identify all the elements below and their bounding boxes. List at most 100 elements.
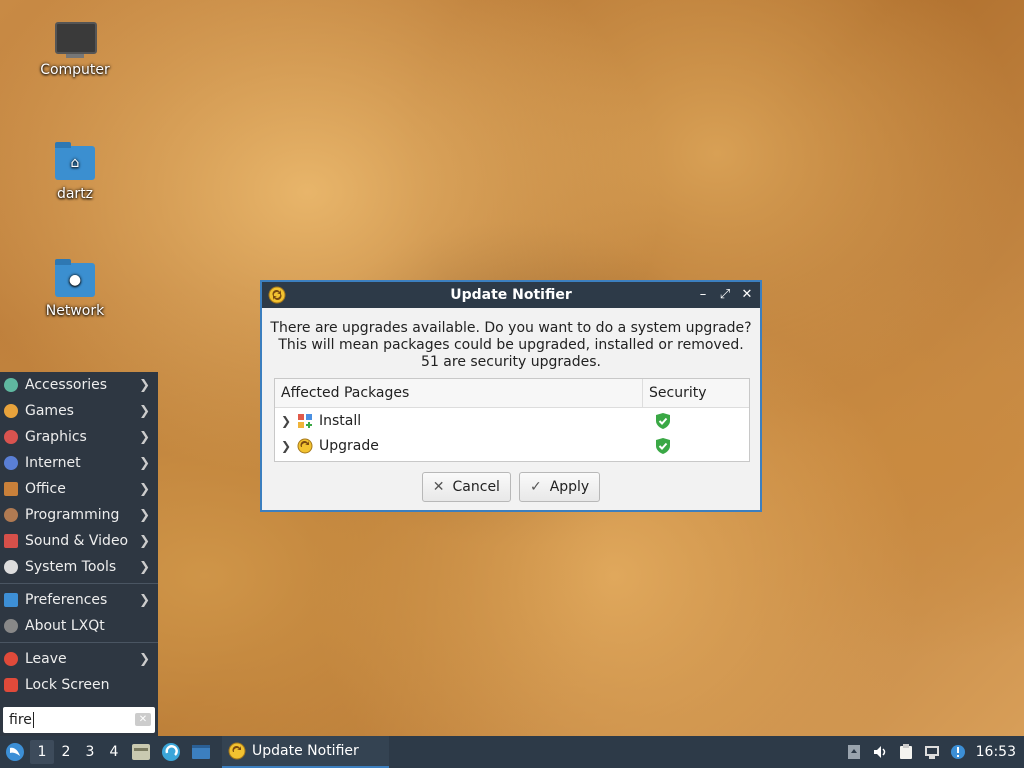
desktop-switch-1[interactable]: 1 — [30, 740, 54, 764]
chevron-right-icon: ❯ — [139, 377, 150, 393]
clock[interactable]: 16:53 — [976, 744, 1016, 760]
menu-item-internet[interactable]: Internet ❯ — [0, 450, 158, 476]
menu-item-label: Office — [25, 481, 66, 497]
update-alert-icon[interactable] — [950, 744, 966, 760]
message-line-2: This will mean packages could be upgrade… — [278, 337, 744, 353]
taskbar: 1 2 3 4 Update Notifier 16:53 — [0, 736, 1024, 768]
message-line-1: There are upgrades available. Do you wan… — [270, 320, 752, 336]
file-manager-icon[interactable] — [130, 741, 152, 763]
menu-item-label: Internet — [25, 455, 81, 471]
menu-item-games[interactable]: Games ❯ — [0, 398, 158, 424]
menu-search-input[interactable]: fire ✕ — [3, 707, 155, 733]
clipboard-icon[interactable] — [898, 744, 914, 760]
menu-item-label: Graphics — [25, 429, 87, 445]
lxqt-logo-icon — [6, 743, 24, 761]
info-icon — [4, 619, 18, 633]
menu-separator — [0, 642, 158, 643]
menu-item-label: Leave — [25, 651, 67, 667]
programming-icon — [4, 508, 18, 522]
search-value: fire — [9, 712, 32, 728]
menu-item-label: Sound & Video — [25, 533, 129, 549]
chevron-right-icon: ❯ — [139, 533, 150, 549]
apply-label: Apply — [549, 479, 590, 495]
checkmark-icon: ✓ — [529, 479, 542, 495]
install-icon — [298, 413, 312, 428]
sound-video-icon — [4, 534, 18, 548]
shield-check-icon — [656, 412, 670, 429]
menu-item-system-tools[interactable]: System Tools ❯ — [0, 554, 158, 580]
home-folder-icon: ⌂ — [55, 142, 95, 182]
storage-icon[interactable] — [846, 744, 862, 760]
dialog-message: There are upgrades available. Do you wan… — [262, 320, 760, 371]
tree-header: Affected Packages Security — [275, 379, 749, 408]
upgrade-icon — [297, 438, 313, 453]
menu-item-graphics[interactable]: Graphics ❯ — [0, 424, 158, 450]
dialog-titlebar[interactable]: Update Notifier – ⤢ ✕ — [262, 282, 760, 308]
accessories-icon — [4, 378, 18, 392]
desktop-switch-4[interactable]: 4 — [102, 740, 126, 764]
chevron-right-icon: ❯ — [139, 507, 150, 523]
start-menu-button[interactable] — [0, 736, 30, 768]
desktop-icon-network[interactable]: ● Network — [25, 259, 125, 319]
expand-chevron-icon[interactable]: ❯ — [281, 414, 293, 428]
maximize-icon[interactable]: ⤢ — [716, 286, 734, 304]
tree-row-install[interactable]: ❯ Install — [275, 408, 749, 433]
network-icon[interactable] — [924, 744, 940, 760]
row-label: Install — [319, 412, 362, 429]
desktop-icon-label: Network — [45, 303, 105, 319]
message-line-3: 51 are security upgrades. — [421, 354, 601, 370]
menu-item-lock-screen[interactable]: Lock Screen — [0, 672, 158, 698]
menu-item-label: About LXQt — [25, 618, 105, 634]
menu-item-leave[interactable]: Leave ❯ — [0, 646, 158, 672]
update-notifier-dialog: Update Notifier – ⤢ ✕ There are upgrades… — [260, 280, 762, 512]
chevron-right-icon: ❯ — [139, 592, 150, 608]
taskbar-task-update-notifier[interactable]: Update Notifier — [222, 736, 389, 768]
menu-item-preferences[interactable]: Preferences ❯ — [0, 587, 158, 613]
expand-chevron-icon[interactable]: ❯ — [281, 439, 293, 453]
games-icon — [4, 404, 18, 418]
desktop-icon-computer[interactable]: Computer — [25, 22, 125, 78]
menu-item-label: System Tools — [25, 559, 117, 575]
menu-item-label: Lock Screen — [25, 677, 110, 693]
menu-separator — [0, 583, 158, 584]
web-browser-icon[interactable] — [160, 741, 182, 763]
lock-icon — [4, 678, 18, 692]
column-header-security[interactable]: Security — [643, 379, 707, 407]
system-tools-icon — [4, 560, 18, 574]
chevron-right-icon: ❯ — [139, 651, 150, 667]
graphics-icon — [4, 430, 18, 444]
cancel-button[interactable]: ✕ Cancel — [421, 472, 511, 502]
minimize-icon[interactable]: – — [694, 286, 712, 304]
menu-item-about-lxqt[interactable]: About LXQt — [0, 613, 158, 639]
computer-icon — [55, 22, 97, 58]
internet-icon — [4, 456, 18, 470]
desktop-icon-label: dartz — [56, 186, 94, 202]
chevron-right-icon: ❯ — [139, 481, 150, 497]
menu-item-sound-video[interactable]: Sound & Video ❯ — [0, 528, 158, 554]
update-notifier-icon — [228, 742, 246, 760]
column-header-packages[interactable]: Affected Packages — [275, 379, 643, 407]
menu-item-label: Programming — [25, 507, 120, 523]
system-tray: 16:53 — [846, 744, 1024, 760]
update-notifier-icon — [268, 286, 286, 304]
menu-item-programming[interactable]: Programming ❯ — [0, 502, 158, 528]
affected-packages-tree[interactable]: Affected Packages Security ❯ Install ❯ U… — [274, 378, 750, 462]
menu-item-label: Games — [25, 403, 74, 419]
desktop-switch-2[interactable]: 2 — [54, 740, 78, 764]
desktop-icon-home[interactable]: ⌂ dartz — [25, 142, 125, 202]
tree-row-upgrade[interactable]: ❯ Upgrade — [275, 433, 749, 458]
show-desktop-icon[interactable] — [190, 741, 212, 763]
start-menu: Accessories ❯ Games ❯ Graphics ❯ Internet ❯ … — [0, 372, 158, 736]
cancel-icon: ✕ — [432, 479, 445, 495]
task-label: Update Notifier — [252, 743, 359, 759]
desktop-switch-3[interactable]: 3 — [78, 740, 102, 764]
menu-item-accessories[interactable]: Accessories ❯ — [0, 372, 158, 398]
close-icon[interactable]: ✕ — [738, 286, 756, 304]
power-icon — [4, 652, 18, 666]
clear-search-icon[interactable]: ✕ — [135, 713, 151, 726]
volume-icon[interactable] — [872, 744, 888, 760]
menu-item-office[interactable]: Office ❯ — [0, 476, 158, 502]
preferences-icon — [4, 593, 18, 607]
chevron-right-icon: ❯ — [139, 429, 150, 445]
apply-button[interactable]: ✓ Apply — [518, 472, 601, 502]
